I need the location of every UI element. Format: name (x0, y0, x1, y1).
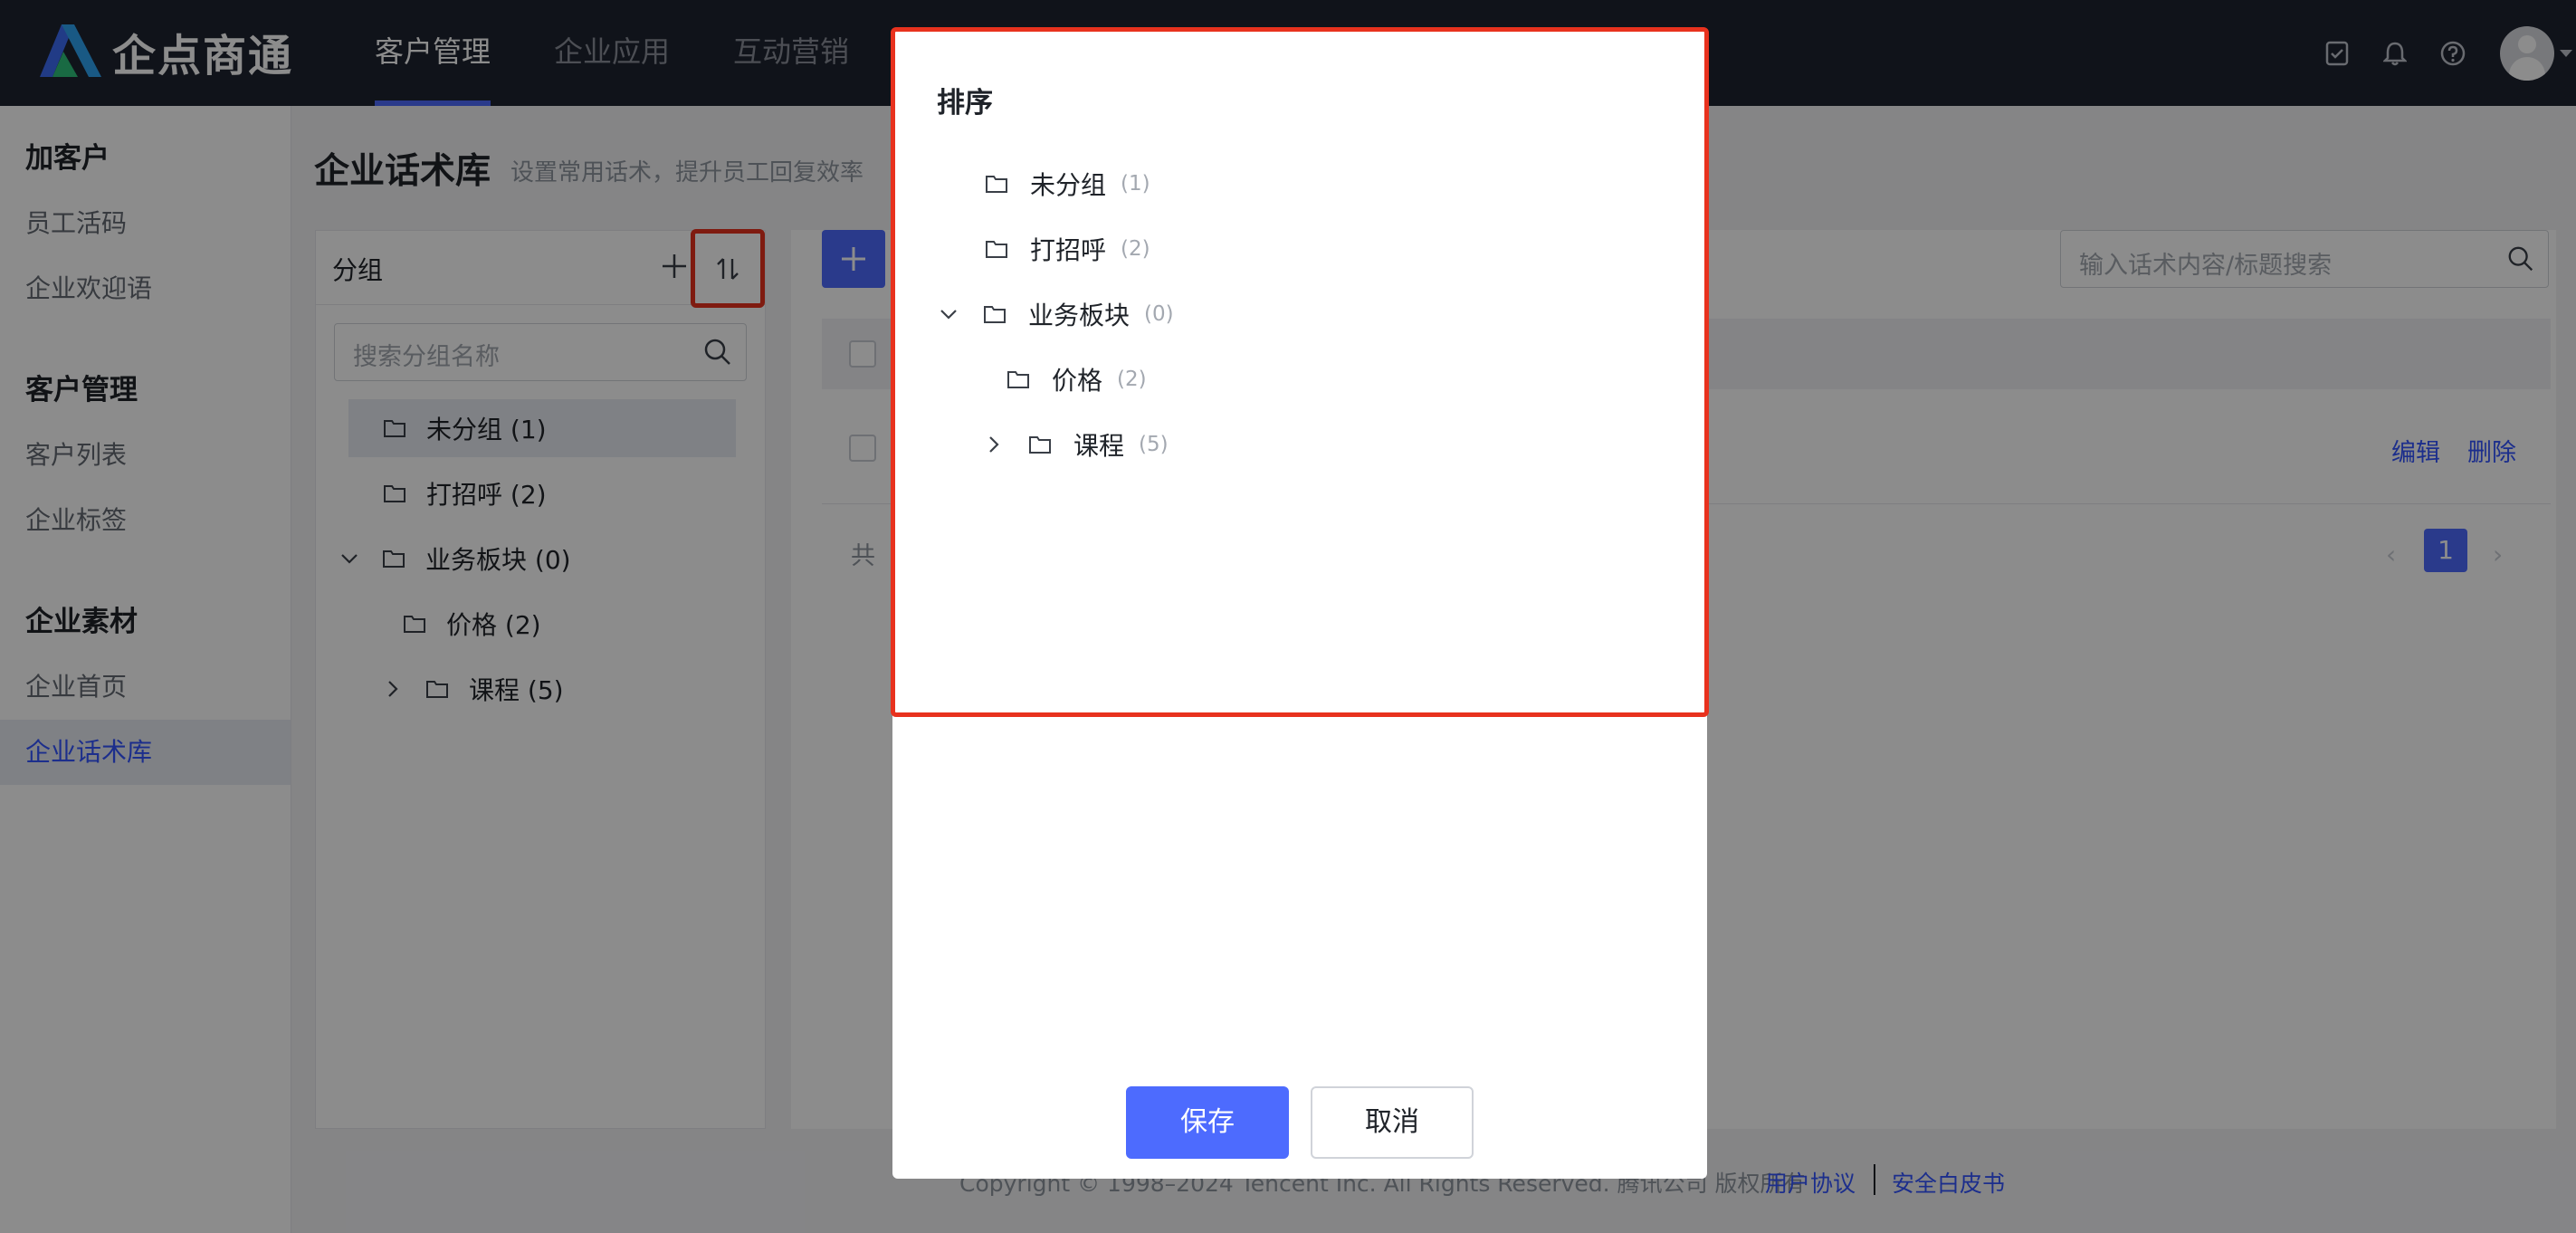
save-button[interactable]: 保存 (1126, 1086, 1289, 1159)
modal-tree-highlight (891, 27, 1709, 717)
cancel-button[interactable]: 取消 (1311, 1086, 1474, 1159)
